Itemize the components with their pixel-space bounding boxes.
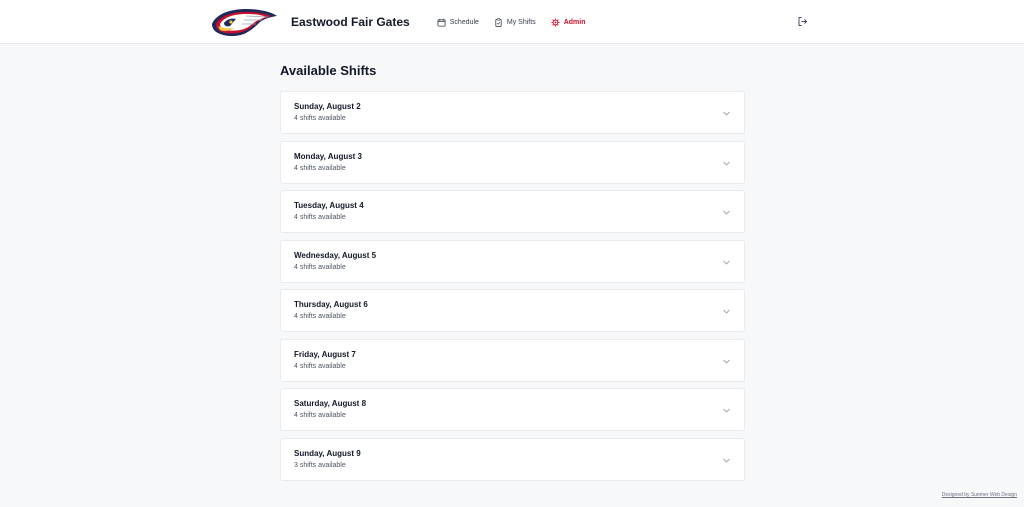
shift-count: 4 shifts available bbox=[294, 313, 346, 320]
nav-admin[interactable]: Admin bbox=[551, 17, 586, 27]
chevron-down-icon[interactable] bbox=[722, 159, 731, 168]
nav-schedule[interactable]: Schedule bbox=[437, 18, 479, 27]
day-name: Sunday, August 9 bbox=[294, 448, 361, 458]
nav-schedule-label: Schedule bbox=[449, 18, 479, 26]
nav-my-shifts-label: My Shifts bbox=[506, 18, 536, 26]
day-name: Tuesday, August 4 bbox=[294, 201, 364, 210]
day-accordion-item[interactable]: Wednesday, August 5 4 shifts available bbox=[280, 239, 745, 283]
day-accordion-item[interactable]: Saturday, August 8 4 shifts available bbox=[280, 388, 745, 431]
shift-count: 4 shifts available bbox=[294, 214, 346, 221]
day-accordion-item[interactable]: Sunday, August 2 4 shifts available bbox=[280, 91, 745, 134]
page-title: Available Shifts bbox=[280, 63, 377, 78]
chevron-down-icon[interactable] bbox=[722, 208, 731, 217]
day-accordion-item[interactable]: Monday, August 3 4 shifts available bbox=[280, 140, 745, 184]
calendar-icon bbox=[437, 18, 446, 27]
day-name: Friday, August 7 bbox=[294, 349, 356, 359]
shift-count: 4 shifts available bbox=[294, 164, 346, 172]
chevron-down-icon[interactable] bbox=[722, 357, 731, 366]
chevron-down-icon[interactable] bbox=[722, 406, 731, 415]
chevron-down-icon[interactable] bbox=[722, 109, 731, 118]
day-name: Sunday, August 2 bbox=[294, 102, 361, 111]
main-nav: Schedule My Shifts Admin bbox=[437, 17, 601, 27]
day-accordion-item[interactable]: Sunday, August 9 3 shifts available bbox=[280, 437, 745, 481]
chevron-down-icon[interactable] bbox=[722, 307, 731, 316]
shift-count: 4 shifts available bbox=[294, 362, 346, 370]
top-navbar: Eastwood Fair Gates Schedule My Shifts A… bbox=[0, 0, 1024, 44]
brand-title[interactable]: Eastwood Fair Gates bbox=[291, 15, 410, 29]
shift-count: 4 shifts available bbox=[294, 412, 346, 419]
nav-my-shifts[interactable]: My Shifts bbox=[494, 17, 536, 27]
day-name: Wednesday, August 5 bbox=[294, 250, 377, 260]
shift-count: 3 shifts available bbox=[294, 461, 346, 469]
eagle-logo-icon[interactable] bbox=[210, 6, 278, 38]
day-accordion-item[interactable]: Thursday, August 6 4 shifts available bbox=[280, 289, 745, 332]
day-accordion-item[interactable]: Tuesday, August 4 4 shifts available bbox=[280, 190, 745, 233]
navbar-content: Eastwood Fair Gates Schedule My Shifts A… bbox=[210, 0, 810, 44]
nav-admin-label: Admin bbox=[563, 18, 586, 26]
footer-credit-link[interactable]: Designed by Suemer Web Design bbox=[942, 492, 1017, 498]
gear-icon bbox=[551, 17, 560, 27]
logout-icon bbox=[798, 17, 808, 26]
main-content: Available Shifts Sunday, August 2 4 shif… bbox=[280, 62, 745, 481]
day-name: Monday, August 3 bbox=[294, 151, 362, 161]
day-name: Saturday, August 8 bbox=[294, 399, 367, 408]
chevron-down-icon[interactable] bbox=[722, 456, 731, 465]
logout-button[interactable] bbox=[797, 16, 808, 27]
shift-count: 4 shifts available bbox=[294, 115, 346, 122]
chevron-down-icon[interactable] bbox=[722, 258, 731, 267]
day-accordion-item[interactable]: Friday, August 7 4 shifts available bbox=[280, 338, 745, 382]
clipboard-icon bbox=[495, 17, 502, 27]
shift-count: 4 shifts available bbox=[294, 263, 346, 271]
day-name: Thursday, August 6 bbox=[294, 300, 368, 309]
